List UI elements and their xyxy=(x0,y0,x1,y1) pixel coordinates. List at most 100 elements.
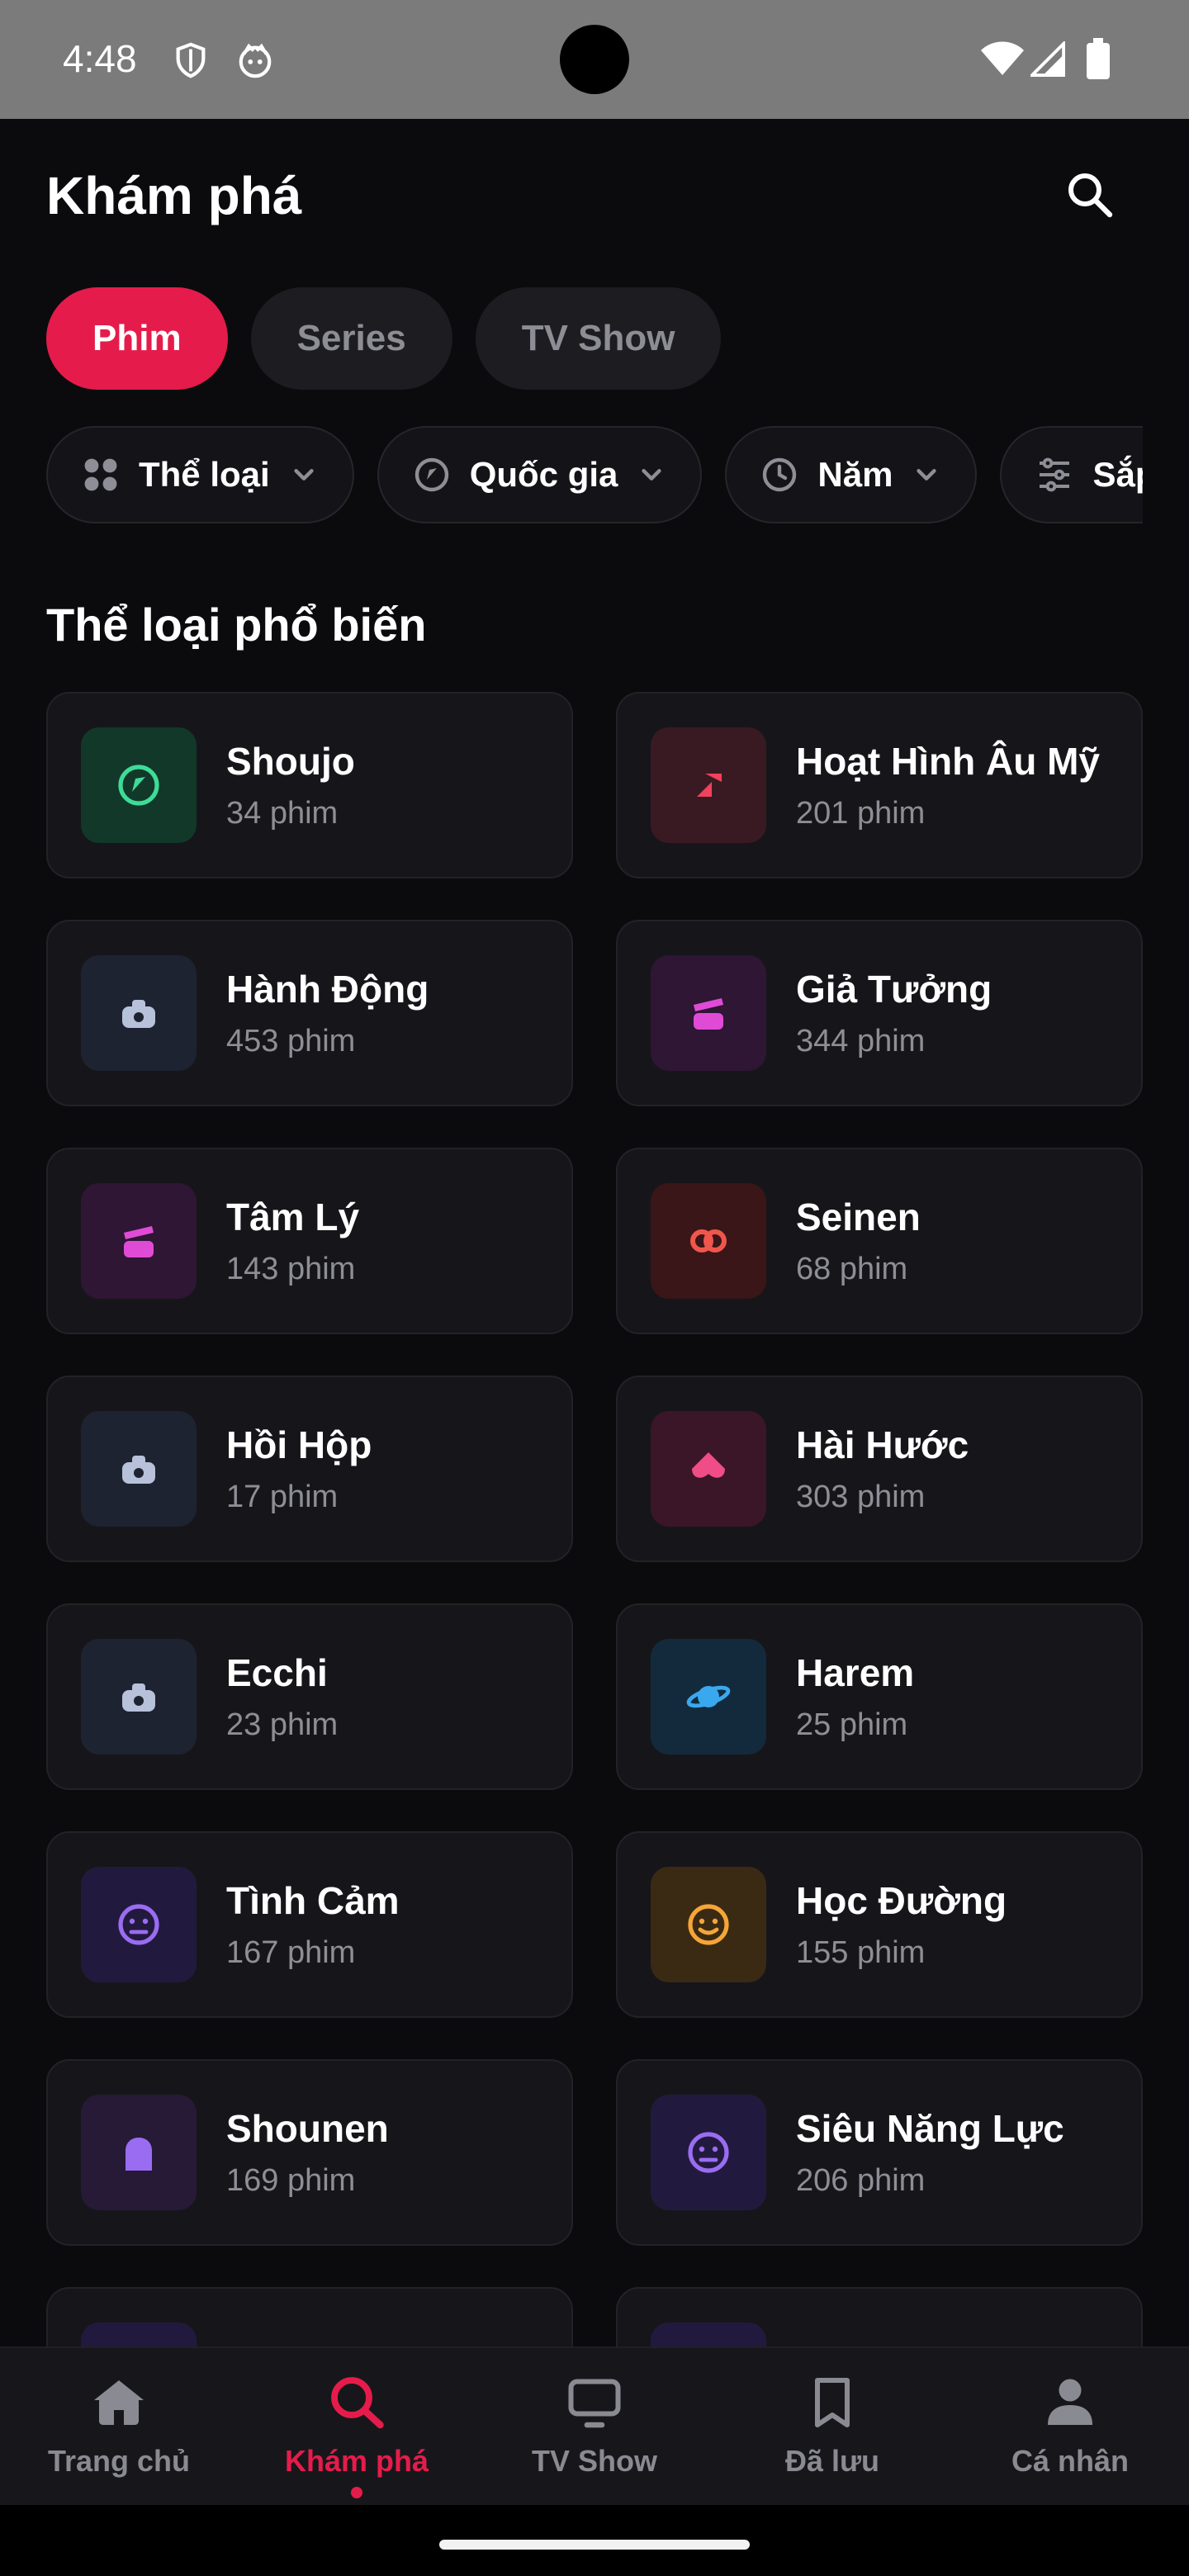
genre-card[interactable]: Học Đường 155 phim xyxy=(616,1831,1143,2018)
genre-count: 206 phim xyxy=(796,2163,926,2199)
genre-icon-tile xyxy=(81,2323,197,2346)
genre-icon-tile xyxy=(651,2323,766,2346)
genre-icon-tile xyxy=(651,1183,766,1299)
filter-bar: Thể loại Quốc gia Năm Sắp xếp xyxy=(46,426,1143,523)
tab-phim[interactable]: Phim xyxy=(46,287,228,390)
genre-text: Giả Tưởng 344 phim xyxy=(796,967,992,1059)
genre-icon-tile xyxy=(651,2095,766,2210)
filter-year[interactable]: Năm xyxy=(725,426,978,523)
genre-name: Giả Tưởng xyxy=(796,967,992,1011)
genre-name: Tình Cảm xyxy=(226,1878,400,1922)
tab-tv-show[interactable]: TV Show xyxy=(475,287,722,390)
shield-icon xyxy=(176,42,206,78)
signal-icon xyxy=(1030,41,1065,77)
wifi-icon xyxy=(981,41,1024,75)
genre-icon-tile xyxy=(81,1639,197,1754)
genre-count: 17 phim xyxy=(226,1480,339,1515)
genre-count: 167 phim xyxy=(226,1935,356,1971)
genre-text: Siêu Năng Lực 206 phim xyxy=(796,2106,1064,2199)
genre-name: Tâm Lý xyxy=(226,1195,360,1238)
genre-card[interactable]: Hồi Hộp 17 phim xyxy=(46,1376,573,1562)
genre-card[interactable]: Phiêu Lưu xyxy=(46,2287,573,2346)
genre-card[interactable]: Shoujo 34 phim xyxy=(46,692,573,878)
filter-sort[interactable]: Sắp xếp xyxy=(1000,426,1143,523)
filter-label: Quốc gia xyxy=(469,455,618,494)
genre-count: 34 phim xyxy=(226,796,339,831)
clapper-icon xyxy=(694,998,723,1030)
genre-text: Tâm Lý 143 phim xyxy=(226,1195,359,1287)
genre-count: 344 phim xyxy=(796,1024,926,1059)
search-icon[interactable] xyxy=(1065,170,1115,220)
genre-count: 169 phim xyxy=(226,2163,356,2199)
ghost-icon xyxy=(126,2138,152,2171)
genre-name: Ecchi xyxy=(226,1650,328,1694)
genre-icon-tile xyxy=(651,1639,766,1754)
nav-item-saved[interactable]: Đã lưu xyxy=(713,2348,951,2507)
genre-card[interactable]: Võ Thuật xyxy=(616,2287,1143,2346)
page-title: Khám phá xyxy=(46,166,302,225)
face-icon xyxy=(118,1904,159,1945)
filter-genre[interactable]: Thể loại xyxy=(46,426,354,523)
genre-card[interactable]: Seinen 68 phim xyxy=(616,1148,1143,1334)
genre-card[interactable]: Shounen 169 phim xyxy=(46,2059,573,2246)
genre-text: Hành Động 453 phim xyxy=(226,967,429,1059)
genre-text: Shoujo 34 phim xyxy=(226,739,355,831)
status-time: 4:48 xyxy=(63,37,137,80)
genre-count: 453 phim xyxy=(226,1024,356,1059)
content-type-tabs: Phim Series TV Show xyxy=(46,287,722,390)
genre-text: Tình Cảm 167 phim xyxy=(226,1878,400,1971)
chevron-down-icon xyxy=(294,469,314,481)
person-icon xyxy=(1048,2379,1092,2425)
camera-icon xyxy=(122,1000,155,1028)
home-gesture-bar[interactable] xyxy=(439,2540,750,2550)
tv-icon xyxy=(568,2379,621,2428)
genre-card[interactable]: Ecchi 23 phim xyxy=(46,1603,573,1790)
nav-item-explore[interactable]: Khám phá xyxy=(238,2348,476,2507)
compass-icon xyxy=(414,457,448,492)
tab-series[interactable]: Series xyxy=(250,287,452,390)
genre-card[interactable]: Tâm Lý 143 phim xyxy=(46,1148,573,1334)
arrow-icon xyxy=(697,774,722,797)
camera-icon xyxy=(122,1683,155,1712)
tab-label: Phim xyxy=(92,318,182,358)
genre-card[interactable]: Tình Cảm 167 phim xyxy=(46,1831,573,2018)
genre-text: Shounen 169 phim xyxy=(226,2106,389,2199)
genre-count: 25 phim xyxy=(796,1707,908,1743)
genre-card[interactable]: Hoạt Hình Âu Mỹ 201 phim xyxy=(616,692,1143,878)
chevron-down-icon xyxy=(642,469,662,481)
chevron-down-icon xyxy=(917,469,937,481)
genre-card[interactable]: Hành Động 453 phim xyxy=(46,920,573,1106)
genre-icon-tile xyxy=(651,1411,766,1527)
genre-card[interactable]: Hài Hước 303 phim xyxy=(616,1376,1143,1562)
genre-icon-tile xyxy=(81,1867,197,1982)
genre-name: Siêu Năng Lực xyxy=(796,2106,1064,2150)
genre-text: Học Đường 155 phim xyxy=(796,1878,1007,1971)
genre-count: 201 phim xyxy=(796,796,926,831)
filter-country[interactable]: Quốc gia xyxy=(377,426,703,523)
genre-count: 143 phim xyxy=(226,1252,356,1287)
genre-name: Harem xyxy=(796,1650,915,1694)
nav-item-home[interactable]: Trang chủ xyxy=(0,2348,238,2507)
grid-icon xyxy=(84,458,117,491)
planet-icon xyxy=(686,1685,731,1708)
genre-card[interactable]: Harem 25 phim xyxy=(616,1603,1143,1790)
clock-icon xyxy=(763,457,797,492)
genre-icon-tile xyxy=(81,727,197,843)
compass-icon xyxy=(118,765,159,806)
genre-icon-tile xyxy=(651,1867,766,1982)
genre-icon-tile xyxy=(651,955,766,1071)
filter-label: Năm xyxy=(817,455,893,494)
tab-label: TV Show xyxy=(521,318,675,358)
clapper-icon xyxy=(124,1226,154,1257)
genre-card[interactable]: Giả Tưởng 344 phim xyxy=(616,920,1143,1106)
home-icon xyxy=(94,2380,144,2425)
nav-label: Trang chủ xyxy=(47,2444,191,2478)
camera-cutout xyxy=(560,25,629,94)
genre-card[interactable]: Siêu Năng Lực 206 phim xyxy=(616,2059,1143,2246)
battery-icon xyxy=(1087,38,1110,79)
genre-text: Hồi Hộp 17 phim xyxy=(226,1423,372,1515)
nav-label: TV Show xyxy=(532,2444,657,2478)
nav-item-profile[interactable]: Cá nhân xyxy=(951,2348,1189,2507)
nav-item-tv-show[interactable]: TV Show xyxy=(476,2348,713,2507)
section-title: Thể loại phổ biến xyxy=(46,599,427,651)
